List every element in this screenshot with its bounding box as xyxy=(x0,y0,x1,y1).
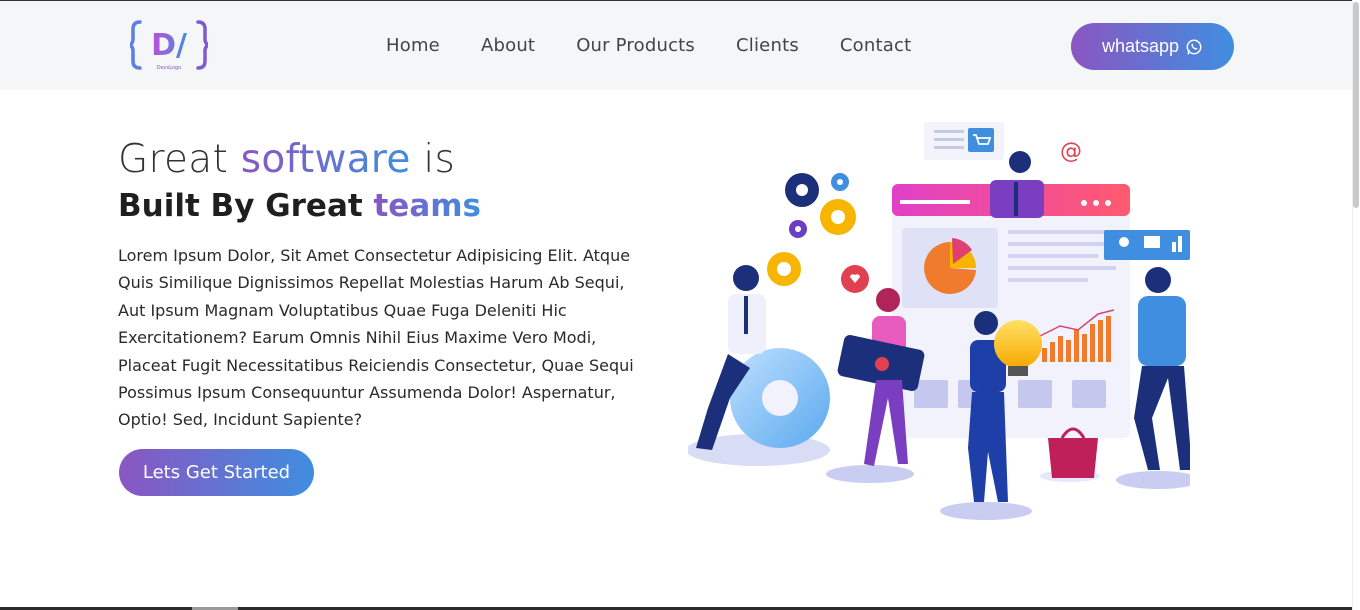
nav-link-about[interactable]: About xyxy=(481,35,535,56)
hero-subtitle-highlight: teams xyxy=(373,188,482,224)
svg-text:D/: D/ xyxy=(151,28,187,63)
scrollbar-thumb[interactable] xyxy=(1353,2,1359,208)
hero-title-text-end: is xyxy=(410,137,456,182)
hero-subtitle: Built By Great teams xyxy=(118,188,481,224)
svg-text:@: @ xyxy=(1060,139,1082,164)
whatsapp-button-label: whatsapp xyxy=(1101,36,1180,56)
main-nav: Home About Our Products Clients Contact xyxy=(386,35,952,56)
navbar: D/ DevsLogo Home About Our Products Clie… xyxy=(0,1,1352,90)
hero-illustration: @ xyxy=(686,118,1200,526)
whatsapp-icon xyxy=(1186,39,1202,54)
scrollbar[interactable] xyxy=(1352,0,1360,610)
nav-link-contact[interactable]: Contact xyxy=(840,35,911,56)
svg-text:DevsLogo: DevsLogo xyxy=(157,65,181,71)
nav-link-our-products[interactable]: Our Products xyxy=(576,35,695,56)
whatsapp-button[interactable]: whatsapp xyxy=(1071,23,1234,70)
team-illustration-image: @ xyxy=(686,122,1200,520)
logo[interactable]: D/ DevsLogo xyxy=(128,17,210,75)
logo-icon: D/ DevsLogo xyxy=(128,20,210,71)
hero-title: Great software is xyxy=(118,137,455,182)
nav-link-clients[interactable]: Clients xyxy=(736,35,799,56)
hero-title-text: Great xyxy=(118,137,241,182)
hero-subtitle-text: Built By Great xyxy=(118,188,374,224)
hero-title-highlight: software xyxy=(240,137,411,182)
lets-get-started-button[interactable]: Lets Get Started xyxy=(119,449,314,496)
hero-description: Lorem Ipsum Dolor, Sit Amet Consectetur … xyxy=(118,246,634,430)
nav-link-home[interactable]: Home xyxy=(386,35,440,56)
